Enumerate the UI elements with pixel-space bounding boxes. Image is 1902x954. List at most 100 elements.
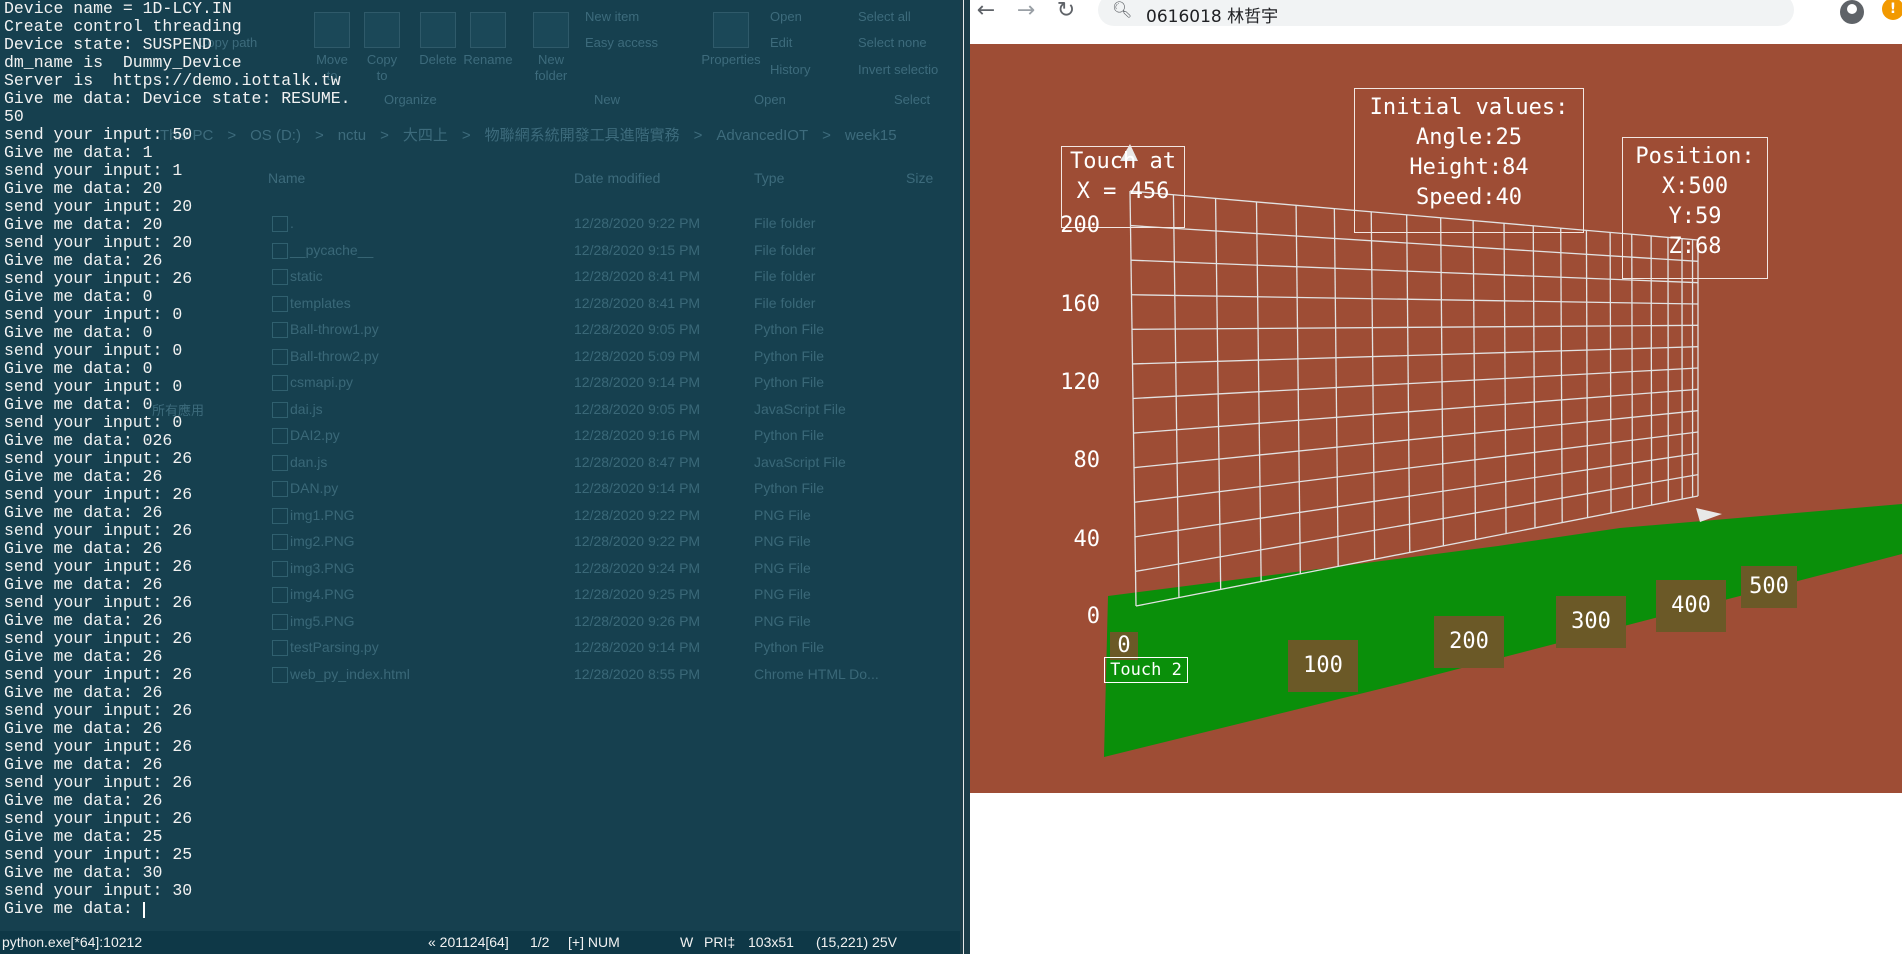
column-type[interactable]: Type	[754, 170, 784, 186]
file-date: 12/28/2020 8:47 PM	[574, 453, 701, 470]
touch-panel-value: X = 456	[1076, 179, 1170, 204]
file-date: 12/28/2020 8:55 PM	[574, 665, 701, 682]
x-tick-label: 500	[1741, 566, 1797, 608]
window-divider[interactable]	[960, 0, 970, 954]
file-type: PNG File	[754, 506, 811, 523]
y-tick-label: 0	[1086, 604, 1100, 629]
file-type: File folder	[754, 241, 816, 258]
new-folder-button[interactable]: New folder	[528, 12, 574, 84]
file-date: 12/28/2020 8:41 PM	[574, 268, 701, 284]
console-line: send your input: 0	[4, 341, 183, 360]
file-type: Python File	[754, 639, 825, 655]
console-line: send your input: 20	[4, 197, 193, 216]
console-line: send your input: 1	[4, 161, 183, 180]
edit-button[interactable]: Edit	[770, 35, 792, 50]
file-date: 12/28/2020 9:26 PM	[574, 612, 701, 629]
console-line: send your input: 26	[4, 449, 193, 468]
x-tick-label: 200	[1434, 616, 1504, 668]
console-line: Give me data: 26	[4, 647, 163, 666]
console-line: Give me data: 0	[4, 323, 153, 342]
file-type: Python File	[754, 347, 825, 364]
copy-icon	[364, 12, 400, 48]
throw-simulation-canvas[interactable]: Touch at X = 456 Initial values: Angle:25 H…	[970, 44, 1902, 793]
forward-arrow-icon[interactable]: →	[1012, 0, 1040, 24]
touch2-label: Touch 2	[1104, 657, 1188, 683]
file-type: PNG File	[754, 612, 811, 629]
console-line: Device state: SUSPEND	[4, 35, 212, 54]
console-line: Give me data: 26	[4, 755, 163, 774]
console-line: Give me data: 20	[4, 215, 163, 234]
new-item-button[interactable]: New item	[585, 9, 639, 24]
breadcrumb-item[interactable]: 大四上	[403, 127, 448, 144]
file-date: 12/28/2020 9:05 PM	[574, 321, 701, 337]
file-date: 12/28/2020 9:22 PM	[574, 533, 701, 549]
y-tick-label: 40	[1073, 527, 1101, 552]
status-size: 103x51	[748, 934, 794, 950]
status-tabs[interactable]: 1/2	[530, 934, 549, 950]
file-type: File folder	[754, 294, 816, 311]
file-date: 12/28/2020 9:14 PM	[574, 374, 701, 390]
console-line: Create control threading	[4, 17, 242, 36]
open-button[interactable]: Open	[770, 9, 802, 24]
initial-angle: Angle:25	[1416, 125, 1522, 150]
breadcrumb-item[interactable]: AdvancedIOT	[716, 127, 808, 144]
console-line: send your input: 26	[4, 269, 193, 288]
initial-values-panel: Initial values: Angle:25 Height:84 Speed:40	[1354, 88, 1584, 233]
history-button[interactable]: History	[770, 62, 810, 77]
console-line: Give me data: 26	[4, 719, 163, 738]
console-line: send your input: 50	[4, 125, 193, 144]
status-w: W	[680, 934, 694, 950]
console-line: Device name = 1D-LCY.IN	[4, 0, 232, 18]
console-line: send your input: 26	[4, 521, 193, 540]
group-new: New	[594, 92, 621, 107]
invert-selection-button[interactable]: Invert selectio	[858, 62, 938, 77]
console-line: send your input: 25	[4, 845, 193, 864]
properties-button[interactable]: Properties	[700, 12, 762, 68]
file-date: 12/28/2020 9:05 PM	[574, 400, 701, 417]
status-cursor: (15,221) 25V	[816, 934, 897, 950]
x-tick-label: 400	[1656, 580, 1726, 632]
console-line: Server is https://demo.iottalk.tw	[4, 71, 341, 90]
console-line: send your input: 26	[4, 629, 193, 648]
breadcrumb-chevron-icon: >	[461, 127, 471, 144]
console-output[interactable]: Device name = 1D-LCY.IN Create control th…	[0, 0, 351, 918]
console-line: send your input: 0	[4, 377, 183, 396]
console-line: send your input: 0	[4, 305, 183, 324]
x-tick-label: 300	[1556, 596, 1626, 648]
address-text[interactable]: 0616018 林哲宇	[1146, 2, 1278, 27]
column-size[interactable]: Size	[906, 170, 933, 186]
breadcrumb-item[interactable]: week15	[845, 127, 897, 144]
console-window[interactable]: Move to Copy to Delete Rename New folder…	[0, 0, 960, 954]
address-bar[interactable]: 🔍︎ 0616018 林哲宇	[1098, 0, 1794, 27]
update-alert-icon[interactable]: !	[1882, 0, 1902, 20]
status-process: python.exe[*64]:10212	[2, 934, 143, 950]
delete-button[interactable]: Delete	[416, 12, 460, 68]
status-session[interactable]: « 201124[64]	[428, 934, 509, 950]
x-tick-label: 100	[1288, 640, 1358, 692]
column-date[interactable]: Date modified	[574, 170, 660, 186]
file-type: File folder	[754, 268, 816, 284]
copy-to-button[interactable]: Copy to	[362, 12, 402, 84]
console-line: Give me data: 026	[4, 431, 173, 450]
console-line: Give me data: 25	[4, 827, 163, 846]
console-line: Give me data:	[4, 899, 145, 918]
file-type: JavaScript File	[754, 453, 846, 470]
console-line: Give me data: 26	[4, 683, 163, 702]
console-line: send your input: 0	[4, 413, 183, 432]
rename-button[interactable]: Rename	[462, 12, 514, 68]
console-line: Give me data: 26	[4, 251, 163, 270]
file-type: File folder	[754, 215, 816, 231]
breadcrumb-item[interactable]: 物聯網系統開發工具進階實務	[485, 127, 680, 144]
easy-access-button[interactable]: Easy access	[585, 35, 658, 50]
profile-avatar-icon[interactable]	[1840, 0, 1864, 24]
y-tick-label: 80	[1073, 448, 1101, 473]
reload-icon[interactable]: ↻	[1052, 0, 1080, 24]
back-arrow-icon[interactable]: ←	[972, 0, 1000, 24]
file-date: 12/28/2020 9:22 PM	[574, 506, 701, 523]
divider-line	[963, 0, 964, 954]
file-type: Python File	[754, 427, 825, 443]
select-none-button[interactable]: Select none	[858, 35, 927, 50]
initial-speed: Speed:40	[1416, 185, 1522, 210]
text-cursor	[142, 902, 145, 918]
select-all-button[interactable]: Select all	[858, 9, 911, 24]
